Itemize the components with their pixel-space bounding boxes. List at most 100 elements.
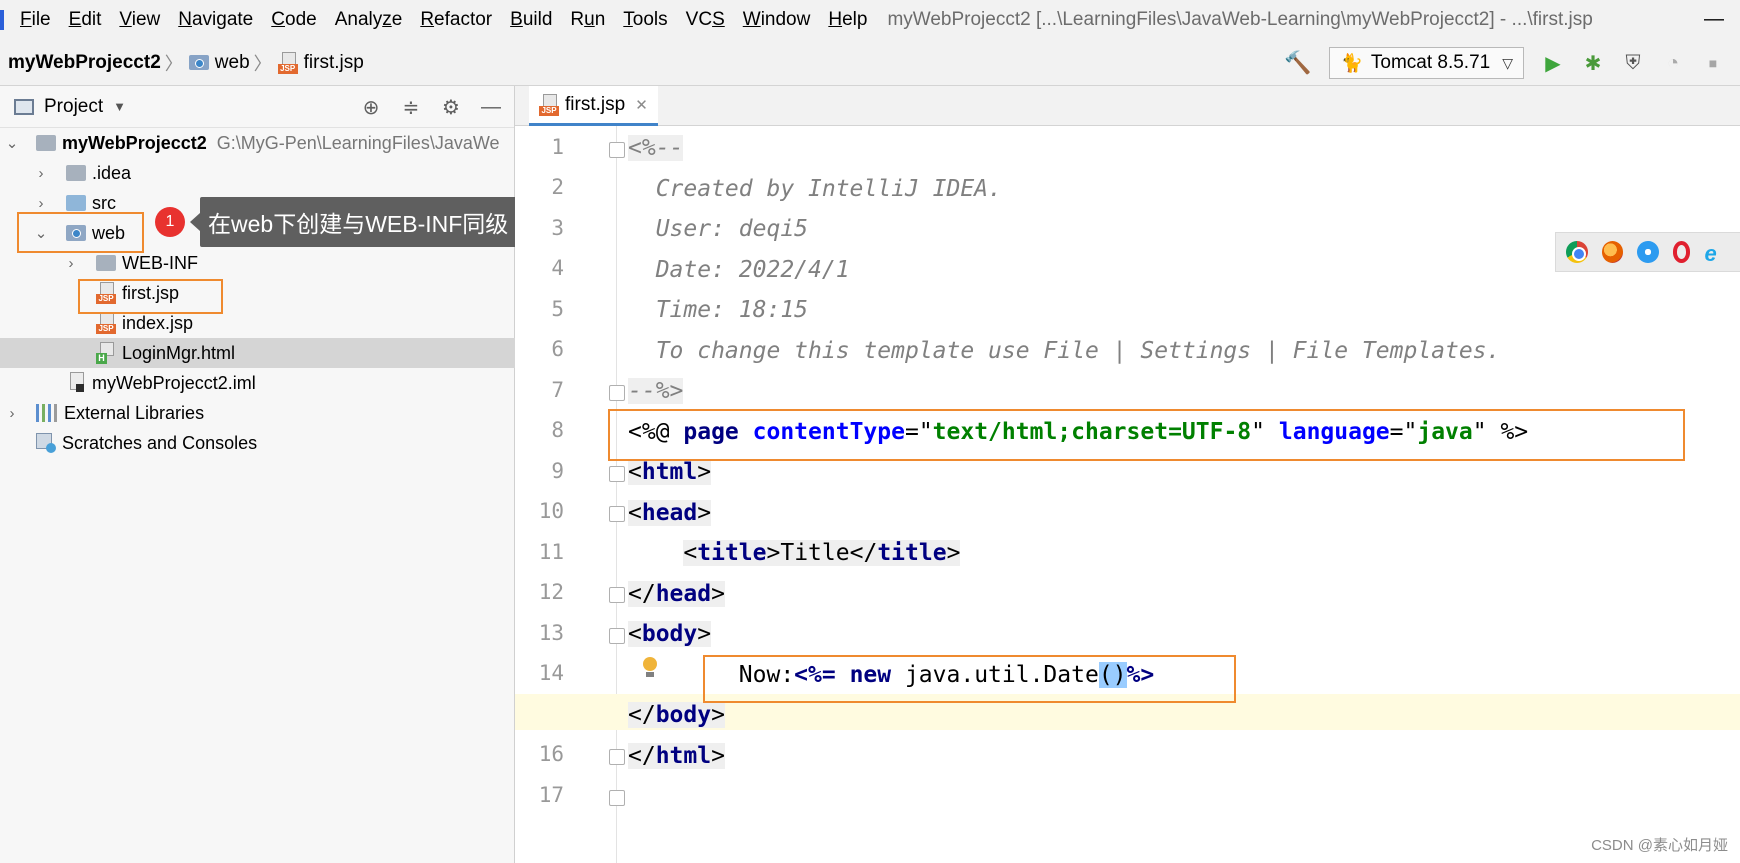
safari-icon[interactable] xyxy=(1637,241,1659,263)
highlight-box-page-directive xyxy=(608,409,1685,461)
menu-bar: File Edit View Navigate Code Analyze Refactor B… xyxy=(0,0,1740,40)
menu-item[interactable]: Code xyxy=(271,9,316,31)
firefox-icon[interactable] xyxy=(1601,241,1624,263)
tree-item-label: Scratches and Consoles xyxy=(62,432,258,453)
code-line-12: </head> xyxy=(628,581,725,607)
web-folder-icon xyxy=(188,55,209,70)
line-number-gutter: 1 2 3 4 5 6 7 8 9 10 11 12 13 14 15 16 1… xyxy=(515,126,625,863)
breadcrumb-project[interactable]: myWebProjecct2 xyxy=(8,52,161,74)
tab-label: first.jsp xyxy=(565,93,626,115)
locate-file-icon[interactable]: ⊕ xyxy=(358,94,384,120)
line-number: 6 xyxy=(551,337,564,361)
expanded-arrow-icon[interactable]: ⌄ xyxy=(4,134,20,152)
folder-icon xyxy=(66,165,86,181)
run-icon[interactable]: ▶ xyxy=(1540,50,1566,76)
project-panel-header: Project ▼ ⊕ ≑ ⚙ — xyxy=(0,86,514,128)
stop-icon[interactable]: ■ xyxy=(1700,50,1726,76)
menu-item[interactable]: File xyxy=(20,9,51,31)
fold-marker-icon[interactable] xyxy=(609,628,625,644)
code-line-3: User: deqi5 xyxy=(628,216,809,242)
menu-item[interactable]: Window xyxy=(743,9,811,31)
html-file-icon: H xyxy=(96,342,116,364)
line-number: 12 xyxy=(538,580,564,604)
tree-item-label: WEB-INF xyxy=(122,252,198,273)
project-panel-title[interactable]: Project xyxy=(44,96,103,118)
menu-item[interactable]: Analyze xyxy=(335,9,403,31)
internet-explorer-icon[interactable]: e xyxy=(1704,241,1726,266)
hide-panel-icon[interactable]: — xyxy=(478,94,504,120)
fold-marker-icon[interactable] xyxy=(609,466,625,482)
run-toolbar: 🔨 🐈 Tomcat 8.5.71 ▽ ▶ ✱ ⛨ ◔ ■ xyxy=(1284,40,1740,86)
close-icon[interactable]: ✕ xyxy=(635,96,648,114)
profile-icon[interactable]: ◔ xyxy=(1660,50,1686,76)
editor-area: JSP first.jsp ✕ 1 2 3 4 5 6 7 8 9 10 11 … xyxy=(515,86,1740,863)
run-with-coverage-icon[interactable]: ⛨ xyxy=(1620,50,1646,76)
app-icon xyxy=(0,10,4,30)
menu-item[interactable]: Edit xyxy=(69,9,102,31)
tree-item-iml[interactable]: myWebProjecct2.iml xyxy=(0,368,515,398)
breadcrumb-file[interactable]: first.jsp xyxy=(304,52,364,74)
chevron-right-icon: 〉 xyxy=(164,53,183,74)
build-hammer-icon[interactable]: 🔨 xyxy=(1284,50,1311,76)
tree-item-idea[interactable]: › .idea xyxy=(0,158,515,188)
fold-marker-icon[interactable] xyxy=(609,385,625,401)
project-view-icon xyxy=(14,98,34,115)
tree-item-loginmgr-html[interactable]: H LoginMgr.html xyxy=(0,338,515,368)
tomcat-icon: 🐈 xyxy=(1340,52,1363,73)
debug-bug-icon[interactable]: ✱ xyxy=(1580,50,1606,76)
line-number: 14 xyxy=(538,661,564,685)
menu-item[interactable]: Tools xyxy=(623,9,667,31)
intention-bulb-icon[interactable] xyxy=(642,657,658,681)
line-number: 16 xyxy=(538,742,564,766)
source-folder-icon xyxy=(66,195,86,211)
menu-item[interactable]: Refactor xyxy=(420,9,492,31)
breadcrumb-folder[interactable]: web xyxy=(215,52,250,74)
minimize-button[interactable]: — xyxy=(1704,8,1724,31)
menu-item[interactable]: Run xyxy=(570,9,605,31)
menu-item[interactable]: Help xyxy=(828,9,867,31)
line-number: 11 xyxy=(538,540,564,564)
menu-item[interactable]: View xyxy=(119,9,160,31)
line-number: 4 xyxy=(551,256,564,280)
menu-item[interactable]: Build xyxy=(510,9,552,31)
fold-marker-icon[interactable] xyxy=(609,142,625,158)
fold-marker-icon[interactable] xyxy=(609,790,625,806)
module-file-icon xyxy=(68,372,86,394)
watermark: CSDN @素心如月娅 xyxy=(1591,837,1728,854)
code-line-13: <body> xyxy=(628,621,712,647)
opera-icon[interactable] xyxy=(1672,241,1691,263)
tree-item-root[interactable]: ⌄ myWebProjecct2 G:\MyG-Pen\LearningFile… xyxy=(0,128,515,158)
menu-item[interactable]: VCS xyxy=(686,9,725,31)
collapsed-arrow-icon[interactable]: › xyxy=(4,405,20,422)
tree-item-label: src xyxy=(92,192,116,213)
highlight-box-first-jsp xyxy=(78,279,223,314)
tree-item-label: External Libraries xyxy=(64,402,205,423)
breadcrumb: myWebProjecct2 〉 web 〉 JSP first.jsp xyxy=(8,50,364,76)
fold-marker-icon[interactable] xyxy=(609,749,625,765)
jsp-file-icon: JSP xyxy=(277,51,298,74)
chrome-icon[interactable] xyxy=(1566,241,1588,263)
chevron-down-icon[interactable]: ▼ xyxy=(113,99,126,114)
code-line-4: Date: 2022/4/1 xyxy=(628,257,850,283)
line-number: 9 xyxy=(551,459,564,483)
tree-item-external-libraries[interactable]: › External Libraries xyxy=(0,398,515,428)
line-number: 1 xyxy=(551,135,564,159)
code-line-7: --%> xyxy=(628,378,684,404)
run-configuration-select[interactable]: 🐈 Tomcat 8.5.71 ▽ xyxy=(1329,47,1524,79)
fold-marker-icon[interactable] xyxy=(609,587,625,603)
tree-item-scratches[interactable]: Scratches and Consoles xyxy=(0,428,515,458)
collapsed-arrow-icon[interactable]: › xyxy=(33,165,49,182)
module-folder-icon xyxy=(36,135,56,151)
collapse-all-icon[interactable]: ≑ xyxy=(398,94,424,120)
gear-icon[interactable]: ⚙ xyxy=(438,94,464,120)
collapsed-arrow-icon[interactable]: › xyxy=(33,195,49,212)
fold-marker-icon[interactable] xyxy=(609,506,625,522)
menu-item[interactable]: Navigate xyxy=(178,9,253,31)
navigation-bar: myWebProjecct2 〉 web 〉 JSP first.jsp 🔨 🐈… xyxy=(0,40,1740,86)
editor-tab-first-jsp[interactable]: JSP first.jsp ✕ xyxy=(529,86,658,126)
code-line-1: <%-- xyxy=(628,135,684,161)
line-number: 8 xyxy=(551,418,564,442)
highlight-box-expression xyxy=(703,655,1236,703)
code-line-16: </html> xyxy=(628,743,725,769)
collapsed-arrow-icon[interactable]: › xyxy=(63,255,79,272)
